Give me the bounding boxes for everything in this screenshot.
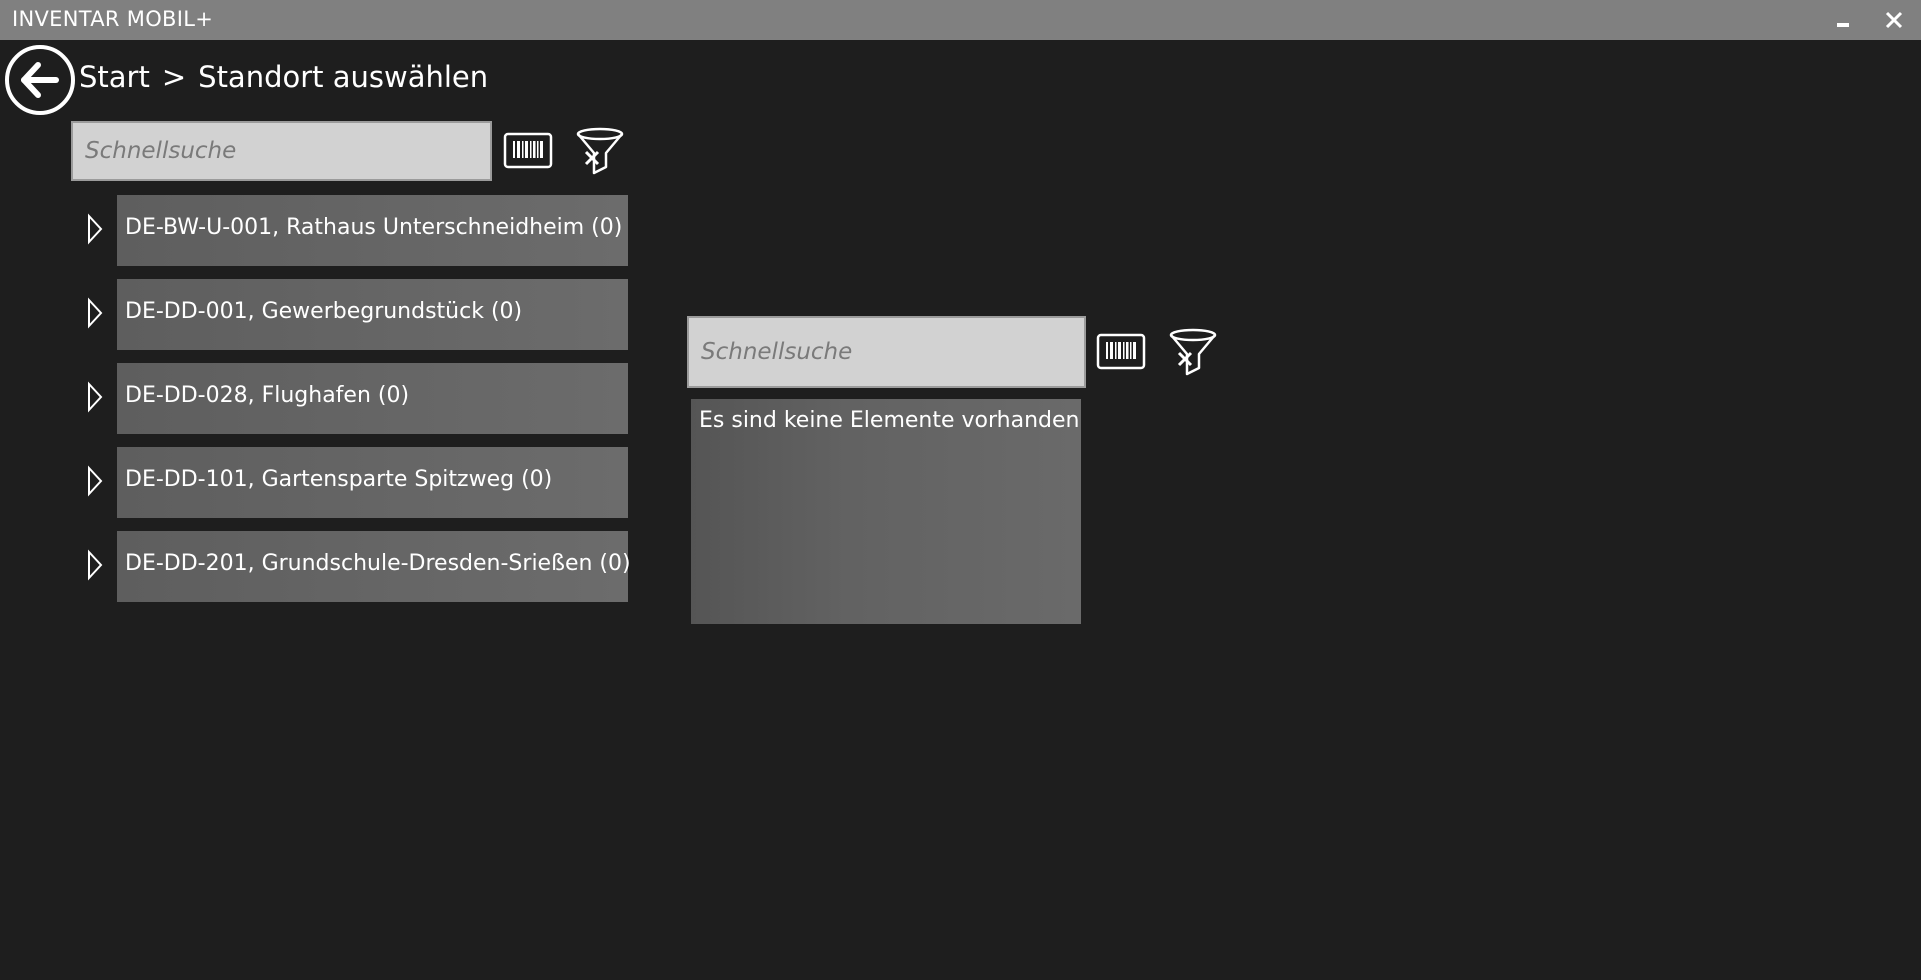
- location-item[interactable]: DE-DD-101, Gartensparte Spitzweg (0): [117, 447, 628, 518]
- back-arrow-icon: [5, 45, 75, 115]
- location-item-label: DE-DD-001, Gewerbegrundstück (0): [125, 299, 523, 324]
- expand-chevron-icon[interactable]: [84, 549, 106, 581]
- location-barcode-button[interactable]: [503, 129, 553, 171]
- element-barcode-button[interactable]: [1096, 330, 1146, 372]
- location-search-input[interactable]: [73, 123, 490, 179]
- location-search-field[interactable]: [71, 121, 492, 181]
- minimize-icon: [1837, 23, 1849, 27]
- element-list-empty: Es sind keine Elemente vorhanden: [691, 399, 1081, 624]
- element-search-input[interactable]: [689, 318, 1084, 386]
- expand-chevron-icon[interactable]: [84, 465, 106, 497]
- location-item-label: DE-DD-101, Gartensparte Spitzweg (0): [125, 467, 553, 492]
- filter-clear-icon: [576, 127, 624, 175]
- location-item-label: DE-BW-U-001, Rathaus Unterschneidheim (0…: [125, 215, 623, 240]
- breadcrumb-root[interactable]: Start: [79, 60, 150, 94]
- back-button[interactable]: [4, 44, 76, 116]
- title-bar: INVENTAR MOBIL+: [0, 0, 1921, 40]
- location-item[interactable]: DE-BW-U-001, Rathaus Unterschneidheim (0…: [117, 195, 628, 266]
- element-filter-clear-button[interactable]: [1167, 326, 1219, 378]
- close-icon: [1885, 11, 1903, 29]
- location-item-label: DE-DD-028, Flughafen (0): [125, 383, 410, 408]
- app-title: INVENTAR MOBIL+: [12, 7, 214, 31]
- barcode-icon: [503, 132, 553, 169]
- location-item[interactable]: DE-DD-028, Flughafen (0): [117, 363, 628, 434]
- breadcrumb-current: Standort auswählen: [198, 60, 489, 94]
- location-filter-clear-button[interactable]: [574, 125, 626, 177]
- breadcrumb: Start > Standort auswählen: [79, 60, 488, 94]
- close-button[interactable]: [1878, 4, 1910, 36]
- location-item[interactable]: DE-DD-201, Grundschule-Dresden-Srießen (…: [117, 531, 631, 602]
- empty-message: Es sind keine Elemente vorhanden: [699, 408, 1080, 433]
- minimize-button[interactable]: [1827, 4, 1859, 36]
- expand-chevron-icon[interactable]: [84, 297, 106, 329]
- filter-clear-icon: [1169, 328, 1217, 376]
- location-item[interactable]: DE-DD-001, Gewerbegrundstück (0): [117, 279, 628, 350]
- location-item-label: DE-DD-201, Grundschule-Dresden-Srießen (…: [125, 551, 631, 576]
- element-search-field[interactable]: [687, 316, 1086, 388]
- barcode-icon: [1096, 333, 1146, 370]
- breadcrumb-separator: >: [161, 60, 187, 94]
- expand-chevron-icon[interactable]: [84, 213, 106, 245]
- expand-chevron-icon[interactable]: [84, 381, 106, 413]
